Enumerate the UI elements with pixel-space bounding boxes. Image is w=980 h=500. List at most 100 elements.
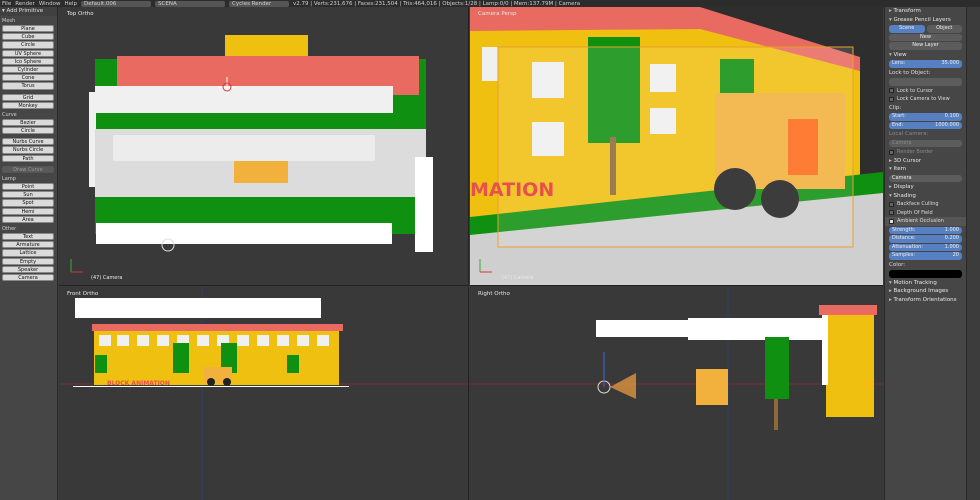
properties-panel: Transform Grease Pencil Layers Scene Obj… <box>884 7 966 500</box>
add-path-button[interactable]: Path <box>2 154 54 162</box>
lens-field[interactable]: Lens: 35.000 <box>889 60 962 68</box>
lock-camera-checkbox[interactable] <box>889 96 894 102</box>
backface-label: Backface Culling <box>897 201 939 207</box>
add-empty-button[interactable]: Empty <box>2 257 54 265</box>
section-curve: Curve <box>2 111 17 118</box>
add-lattice-button[interactable]: Lattice <box>2 249 54 257</box>
add-curve-circle-button[interactable]: Circle <box>2 127 54 135</box>
gp-new-layer-button[interactable]: New Layer <box>889 42 962 50</box>
viewport-top-ortho[interactable]: Top Ortho (47) Camera <box>59 7 469 286</box>
ao-attenuation-field[interactable]: Attenuation: 1.000 <box>889 243 962 251</box>
add-text-button[interactable]: Text <box>2 232 54 241</box>
distance-value: 0.200 <box>944 235 959 241</box>
lock-to-cursor-check[interactable]: Lock to Cursor <box>885 87 966 96</box>
scene-select[interactable]: SCENA <box>155 0 226 7</box>
add-monkey-button[interactable]: Monkey <box>2 101 54 109</box>
backface-culling-check[interactable]: Backface Culling <box>885 200 966 209</box>
item-name-field[interactable]: Camera <box>889 174 962 182</box>
clip-end-field[interactable]: End: 1000.000 <box>889 121 962 129</box>
add-nurbs-circle-button[interactable]: Nurbs Circle <box>2 146 54 154</box>
add-spot-lamp-button[interactable]: Spot <box>2 199 54 207</box>
add-primitive-header[interactable]: ▾ Add Primitive <box>0 7 57 16</box>
tool-shelf: ▾ Add Primitive Mesh Plane Cube Circle U… <box>0 7 58 500</box>
ao-checkbox[interactable] <box>889 218 894 224</box>
add-uv-sphere-button[interactable]: UV Sphere <box>2 49 54 57</box>
block-animation-text: BLOCK ANIMATION <box>107 380 170 387</box>
add-cone-button[interactable]: Cone <box>2 74 54 82</box>
add-area-lamp-button[interactable]: Area <box>2 215 54 223</box>
viewport-right-ortho[interactable]: Right Ortho <box>470 287 883 500</box>
lock-camera-check[interactable]: Lock Camera to View <box>885 95 966 104</box>
lock-to-object-label: Lock to Object: <box>889 69 931 76</box>
section-mesh: Mesh <box>2 18 16 24</box>
layout-select[interactable]: Default.006 <box>81 0 152 7</box>
add-grid-button[interactable]: Grid <box>2 93 54 101</box>
add-point-lamp-button[interactable]: Point <box>2 183 54 191</box>
add-cylinder-button[interactable]: Cylinder <box>2 65 54 74</box>
section-lamp: Lamp <box>2 176 16 182</box>
clip-start-field[interactable]: Start: 0.100 <box>889 113 962 121</box>
add-plane-button[interactable]: Plane <box>2 25 54 33</box>
add-cube-button[interactable]: Cube <box>2 33 54 41</box>
display-header[interactable]: Display <box>885 183 966 192</box>
add-armature-button[interactable]: Armature <box>2 241 54 249</box>
viewport-label-right: Right Ortho <box>478 291 510 297</box>
camera-persp-scene: MATION <box>470 7 883 285</box>
top-ortho-scene <box>70 35 433 273</box>
add-nurbs-curve-button[interactable]: Nurbs Curve <box>2 138 54 146</box>
add-ico-sphere-button[interactable]: Ico Sphere <box>2 57 54 65</box>
render-engine-select[interactable]: Cycles Render <box>229 0 290 7</box>
ao-samples-field[interactable]: Samples: 20 <box>889 252 962 260</box>
section-other: Other <box>2 225 17 232</box>
view-header[interactable]: View <box>885 51 966 60</box>
gp-new-button[interactable]: New <box>889 33 962 41</box>
properties-editor-strip[interactable] <box>966 7 980 500</box>
ao-strength-field[interactable]: Strength: 1.000 <box>889 226 962 234</box>
lock-object-field[interactable] <box>889 78 962 86</box>
dof-label: Depth Of Field <box>897 209 933 216</box>
backface-checkbox[interactable] <box>889 201 894 207</box>
attenuation-value: 1.000 <box>944 243 959 250</box>
render-border-label: Render Border <box>897 149 934 155</box>
add-bezier-button[interactable]: Bezier <box>2 118 54 127</box>
add-torus-button[interactable]: Torus <box>2 82 54 90</box>
grease-pencil-layers-header[interactable]: Grease Pencil Layers <box>885 16 966 25</box>
gp-scene-button[interactable]: Scene <box>889 25 925 33</box>
clip-start-value: 0.100 <box>944 113 959 119</box>
dof-checkbox[interactable] <box>889 210 894 216</box>
3d-cursor-header[interactable]: 3D Cursor <box>885 157 966 166</box>
menu-render[interactable]: Render <box>15 1 35 7</box>
samples-label: Samples: <box>892 252 916 258</box>
menu-window[interactable]: Window <box>39 1 61 7</box>
add-camera-button[interactable]: Camera <box>2 273 54 282</box>
draw-curve-button[interactable]: Draw Curve <box>2 165 54 173</box>
render-border-checkbox[interactable] <box>889 149 894 155</box>
background-images-header[interactable]: Background Images <box>885 287 966 296</box>
ao-distance-field[interactable]: Distance: 0.200 <box>889 235 962 243</box>
distance-label: Distance: <box>892 235 916 241</box>
ao-color-swatch[interactable] <box>889 270 962 278</box>
menu-file[interactable]: File <box>2 1 11 7</box>
viewport-label-top: Top Ortho <box>67 11 94 17</box>
gp-object-button[interactable]: Object <box>926 25 962 33</box>
add-primitive-title: Add Primitive <box>6 8 44 14</box>
local-camera-field[interactable]: Camera <box>889 139 962 147</box>
render-border-check[interactable]: Render Border <box>885 148 966 157</box>
lock-camera-label: Lock Camera to View <box>897 96 950 102</box>
shading-header[interactable]: Shading <box>885 192 966 201</box>
viewport-front-ortho[interactable]: BLOCK ANIMATION Front Ortho <box>59 287 469 500</box>
menu-help[interactable]: Help <box>65 1 78 7</box>
item-header[interactable]: Item <box>885 165 966 174</box>
lock-cursor-checkbox[interactable] <box>889 88 894 94</box>
transform-header[interactable]: Transform <box>885 7 966 16</box>
viewport-camera-persp[interactable]: MATION Camera Persp (47) Camera <box>470 7 883 286</box>
add-speaker-button[interactable]: Speaker <box>2 265 54 273</box>
add-sun-lamp-button[interactable]: Sun <box>2 191 54 199</box>
add-circle-button[interactable]: Circle <box>2 41 54 49</box>
transform-orientations-header[interactable]: Transform Orientations <box>885 296 966 305</box>
ambient-occlusion-check[interactable]: Ambient Occlusion <box>885 217 966 226</box>
depth-of-field-check[interactable]: Depth Of Field <box>885 209 966 218</box>
motion-tracking-header[interactable]: Motion Tracking <box>885 279 966 288</box>
clip-start-label: Start: <box>892 113 906 119</box>
add-hemi-lamp-button[interactable]: Hemi <box>2 207 54 215</box>
